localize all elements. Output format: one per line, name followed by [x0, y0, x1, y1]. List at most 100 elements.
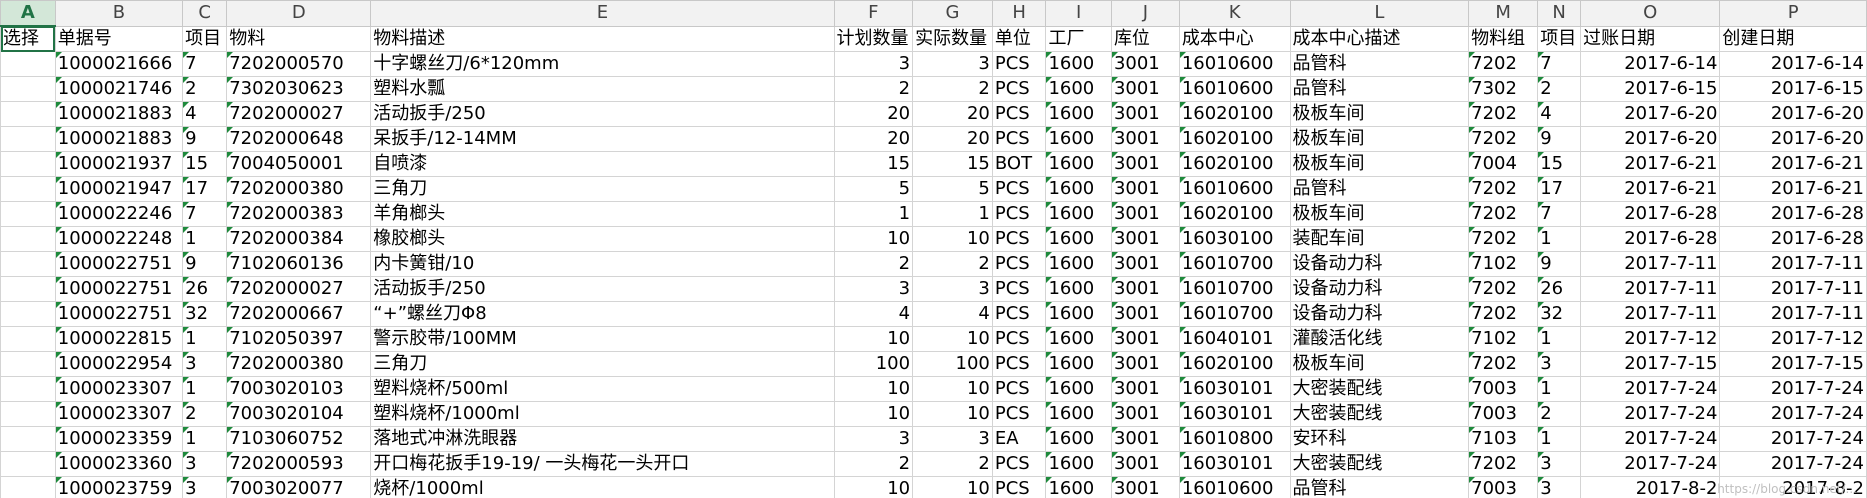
cell[interactable]: 1600 — [1045, 51, 1112, 77]
cell[interactable]: 7 — [1537, 51, 1582, 77]
cell[interactable]: 2017-6-14 — [1580, 51, 1721, 77]
cell[interactable]: 7202000593 — [226, 451, 372, 477]
cell[interactable]: 16010600 — [1178, 76, 1291, 102]
cell[interactable]: 2017-6-20 — [1580, 126, 1721, 152]
cell[interactable]: 16030101 — [1178, 376, 1291, 402]
cell[interactable]: 1000021883 — [54, 126, 184, 152]
cell[interactable]: 1600 — [1045, 276, 1112, 302]
field-header-cell[interactable]: 成本中心描述 — [1289, 25, 1470, 52]
column-header-h[interactable]: H — [991, 0, 1047, 27]
cell[interactable]: 7 — [182, 201, 228, 227]
cell[interactable]: 3001 — [1110, 401, 1180, 427]
cell[interactable]: 3 — [912, 51, 993, 77]
cell[interactable]: 1000022246 — [54, 201, 184, 227]
cell[interactable]: 10 — [833, 476, 914, 498]
cell[interactable]: 1 — [182, 226, 228, 252]
cell[interactable] — [0, 351, 56, 377]
cell[interactable]: 2017-6-20 — [1580, 101, 1721, 127]
cell[interactable]: 16040101 — [1178, 326, 1291, 352]
cell[interactable]: 10 — [912, 226, 993, 252]
cell[interactable]: 2 — [912, 76, 993, 102]
cell[interactable]: 10 — [833, 376, 914, 402]
cell[interactable]: 10 — [833, 226, 914, 252]
cell[interactable]: 3001 — [1110, 476, 1180, 498]
column-header-o[interactable]: O — [1580, 0, 1721, 27]
cell[interactable]: 品管科 — [1289, 51, 1470, 77]
field-header-cell[interactable]: 物料描述 — [370, 25, 835, 52]
column-header-m[interactable]: M — [1468, 0, 1539, 27]
cell[interactable]: 16010700 — [1178, 301, 1291, 327]
cell[interactable]: 2017-6-21 — [1719, 151, 1867, 177]
cell[interactable]: 1600 — [1045, 476, 1112, 498]
cell[interactable]: 2017-6-20 — [1719, 126, 1867, 152]
cell[interactable]: 1600 — [1045, 376, 1112, 402]
cell[interactable]: 7202000027 — [226, 276, 372, 302]
cell[interactable]: 7102 — [1468, 326, 1539, 352]
cell[interactable]: 塑料烧杯/500ml — [370, 376, 835, 402]
cell[interactable]: 3 — [182, 351, 228, 377]
cell[interactable]: 3001 — [1110, 151, 1180, 177]
cell[interactable]: 7102050397 — [226, 326, 372, 352]
cell[interactable]: 16010800 — [1178, 426, 1291, 452]
cell[interactable]: 3001 — [1110, 376, 1180, 402]
cell[interactable]: 3 — [1537, 476, 1582, 498]
cell[interactable]: 品管科 — [1289, 76, 1470, 102]
cell[interactable]: 16010600 — [1178, 476, 1291, 498]
cell[interactable]: PCS — [991, 251, 1047, 277]
cell[interactable]: PCS — [991, 301, 1047, 327]
cell[interactable]: 7202 — [1468, 301, 1539, 327]
cell[interactable]: 2017-6-21 — [1719, 176, 1867, 202]
cell[interactable]: 100 — [833, 351, 914, 377]
cell[interactable]: 10 — [833, 326, 914, 352]
cell[interactable]: 3001 — [1110, 76, 1180, 102]
cell[interactable]: 32 — [182, 301, 228, 327]
cell[interactable] — [0, 276, 56, 302]
field-header-cell[interactable]: 项目 — [182, 25, 228, 52]
cell[interactable]: 极板车间 — [1289, 151, 1470, 177]
cell[interactable]: 大密装配线 — [1289, 451, 1470, 477]
field-header-cell[interactable]: 项目 — [1537, 25, 1582, 52]
cell[interactable]: 设备动力科 — [1289, 301, 1470, 327]
cell[interactable]: 1600 — [1045, 151, 1112, 177]
cell[interactable]: 7202 — [1468, 276, 1539, 302]
cell[interactable] — [0, 476, 56, 498]
cell[interactable]: 7 — [182, 51, 228, 77]
cell[interactable]: 20 — [833, 101, 914, 127]
cell[interactable]: 3 — [912, 426, 993, 452]
field-header-cell[interactable]: 单位 — [991, 25, 1047, 52]
cell[interactable]: 7202 — [1468, 126, 1539, 152]
cell[interactable]: 16010700 — [1178, 276, 1291, 302]
cell[interactable]: 三角刀 — [370, 351, 835, 377]
cell[interactable]: 10 — [912, 376, 993, 402]
cell[interactable]: 2017-6-15 — [1719, 76, 1867, 102]
cell[interactable]: 16020100 — [1178, 101, 1291, 127]
cell[interactable]: 警示胶带/100MM — [370, 326, 835, 352]
cell[interactable]: 2017-7-24 — [1580, 426, 1721, 452]
cell[interactable]: 2 — [912, 251, 993, 277]
field-header-cell[interactable]: 创建日期 — [1719, 25, 1867, 52]
cell[interactable]: 3 — [833, 276, 914, 302]
field-header-cell[interactable]: 物料组 — [1468, 25, 1539, 52]
cell[interactable]: 2017-7-24 — [1580, 451, 1721, 477]
field-header-cell[interactable]: 单据号 — [54, 25, 184, 52]
cell[interactable]: 9 — [1537, 126, 1582, 152]
cell[interactable]: 7004050001 — [226, 151, 372, 177]
cell[interactable]: 2017-7-24 — [1719, 451, 1867, 477]
cell[interactable]: 2017-6-28 — [1719, 226, 1867, 252]
cell[interactable]: 20 — [912, 126, 993, 152]
cell[interactable]: 大密装配线 — [1289, 401, 1470, 427]
cell[interactable]: 7202 — [1468, 226, 1539, 252]
cell[interactable] — [0, 226, 56, 252]
cell[interactable]: 羊角榔头 — [370, 201, 835, 227]
field-header-cell[interactable]: 工厂 — [1045, 25, 1112, 52]
cell[interactable]: 2017-7-11 — [1580, 301, 1721, 327]
cell[interactable]: 三角刀 — [370, 176, 835, 202]
cell[interactable]: 十字螺丝刀/6*120mm — [370, 51, 835, 77]
cell[interactable]: 大密装配线 — [1289, 376, 1470, 402]
cell[interactable]: 1 — [912, 201, 993, 227]
cell[interactable]: 20 — [912, 101, 993, 127]
cell[interactable]: 7003020077 — [226, 476, 372, 498]
cell[interactable] — [0, 201, 56, 227]
cell[interactable]: 1000021947 — [54, 176, 184, 202]
cell[interactable]: PCS — [991, 351, 1047, 377]
